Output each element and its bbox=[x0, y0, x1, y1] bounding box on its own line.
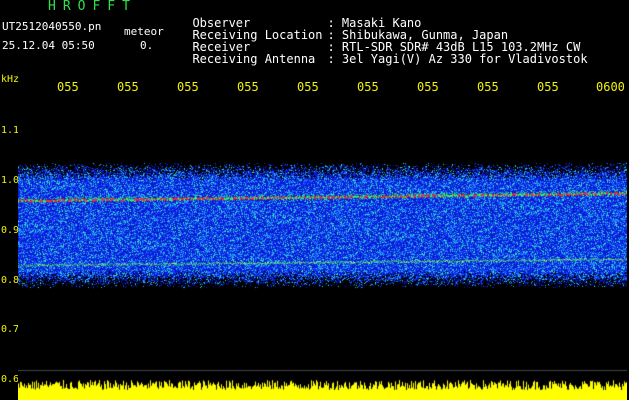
info-key: Receiving Antenna bbox=[192, 52, 316, 66]
meteor-label: meteor bbox=[124, 25, 164, 38]
file-name: UT2512040550.pn bbox=[2, 20, 102, 33]
freq-label: 1.1 bbox=[1, 125, 20, 136]
time-tick: 055 bbox=[537, 80, 559, 94]
info-value: : 3el Yagi(V) Az 330 for Vladivostok bbox=[327, 52, 588, 66]
info-antenna: Receiving Antenna : 3el Yagi(V) Az 330 fo… bbox=[178, 41, 588, 66]
time-tick: 055 bbox=[297, 80, 319, 94]
freq-label: 0.6 bbox=[1, 374, 20, 385]
meteor-count: 0. bbox=[140, 39, 154, 52]
time-tick: 055 bbox=[477, 80, 499, 94]
spectrogram-canvas bbox=[18, 100, 627, 400]
time-tick: 055 bbox=[357, 80, 379, 94]
time-tick: 0600 bbox=[596, 80, 625, 94]
freq-label: 0.9 bbox=[1, 225, 20, 236]
freq-label: 0.8 bbox=[1, 275, 20, 286]
freq-label: 0.7 bbox=[1, 324, 20, 335]
axis-unit: kHz bbox=[1, 74, 20, 85]
time-tick: 055 bbox=[57, 80, 79, 94]
freq-label: 1.0 bbox=[1, 175, 20, 186]
time-tick: 055 bbox=[237, 80, 259, 94]
time-tick: 055 bbox=[417, 80, 439, 94]
date-time: 25.12.04 05:50 bbox=[2, 39, 95, 52]
time-tick: 055 bbox=[117, 80, 139, 94]
app-title: HROFFT bbox=[48, 0, 137, 14]
time-tick: 055 bbox=[177, 80, 199, 94]
